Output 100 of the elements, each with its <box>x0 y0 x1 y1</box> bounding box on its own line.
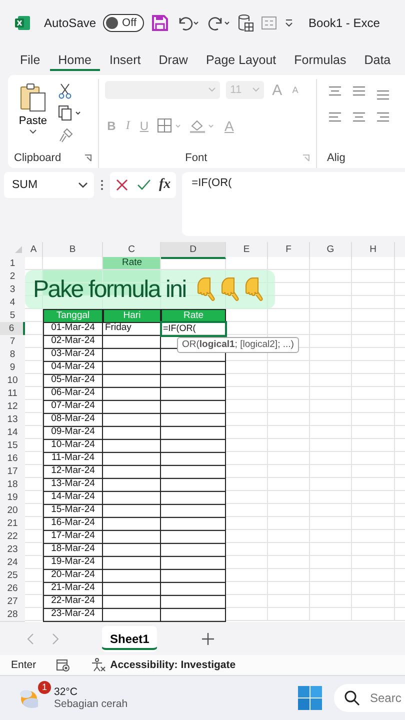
table-cell <box>103 439 161 453</box>
column-header[interactable]: E <box>226 242 268 259</box>
more-icon[interactable] <box>100 178 104 192</box>
format-painter-icon[interactable] <box>58 127 74 143</box>
table-cell <box>161 608 226 622</box>
table-cell <box>161 465 226 479</box>
row-header[interactable]: 17 <box>0 465 25 479</box>
ribbon-tab[interactable]: Formulas <box>286 49 354 71</box>
caret-icon <box>252 87 260 93</box>
weather-description: Sebagian cerah <box>54 698 128 710</box>
ribbon-tab[interactable]: Data <box>356 49 399 71</box>
cut-icon[interactable] <box>58 83 72 99</box>
row-header[interactable]: 4 <box>0 296 25 310</box>
row-header[interactable]: 10 <box>0 374 25 388</box>
ribbon-tab[interactable]: Page Layout <box>198 49 284 71</box>
customize-icon[interactable] <box>284 18 294 28</box>
table-cell <box>103 452 161 466</box>
autosave-toggle[interactable]: Off <box>103 14 144 32</box>
macro-recording-icon[interactable] <box>56 658 70 672</box>
row-header[interactable]: 25 <box>0 569 25 583</box>
row-header[interactable]: 1 <box>0 257 25 271</box>
table-cell <box>161 530 226 544</box>
row-header[interactable]: 27 <box>0 595 25 609</box>
table-cell: Hari <box>103 309 161 323</box>
row-header[interactable]: 19 <box>0 491 25 505</box>
table-cell: 22-Mar-24 <box>43 595 103 609</box>
data-icon[interactable] <box>238 14 254 32</box>
row-header[interactable]: 3 <box>0 283 25 297</box>
sheet-tab[interactable]: Sheet1 <box>102 626 158 652</box>
row-header[interactable]: 22 <box>0 530 25 544</box>
temperature: 32°C <box>54 686 78 698</box>
autosave-label: AutoSave <box>44 16 96 30</box>
row-header[interactable]: 20 <box>0 504 25 518</box>
ribbon-tab[interactable]: File <box>12 49 48 71</box>
row-header[interactable]: 7 <box>0 335 25 349</box>
windows-start-icon[interactable] <box>298 686 322 710</box>
row-header[interactable]: 15 <box>0 439 25 453</box>
row-header[interactable]: 16 <box>0 452 25 466</box>
row-header[interactable]: 23 <box>0 543 25 557</box>
redo-icon[interactable] <box>206 14 231 30</box>
excel-logo-icon[interactable] <box>15 14 31 30</box>
table-cell: 23-Mar-24 <box>43 608 103 622</box>
table-cell: Tanggal <box>43 309 103 323</box>
column-header[interactable]: B <box>43 242 103 259</box>
row-header[interactable]: 28 <box>0 608 25 622</box>
column-header[interactable]: F <box>268 242 310 259</box>
ribbon-tab[interactable]: Home <box>50 49 100 71</box>
taskbar-search-field[interactable]: Searc <box>334 684 405 712</box>
dialog-launcher-icon[interactable] <box>84 154 92 162</box>
table-cell <box>161 569 226 583</box>
table-cell <box>103 504 161 518</box>
row-header[interactable]: 13 <box>0 413 25 427</box>
column-header[interactable]: H <box>352 242 395 259</box>
ribbon-tab[interactable]: Insert <box>102 49 149 71</box>
table-cell <box>161 400 226 414</box>
name-box[interactable]: SUM <box>4 172 94 198</box>
table-cell: 16-Mar-24 <box>43 517 103 531</box>
table-cell <box>161 452 226 466</box>
row-header[interactable]: 14 <box>0 426 25 440</box>
row-header[interactable]: 9 <box>0 361 25 375</box>
table-cell: 13-Mar-24 <box>43 478 103 492</box>
row-header[interactable]: 26 <box>0 582 25 596</box>
row-header[interactable]: 12 <box>0 400 25 414</box>
copy-icon[interactable] <box>58 105 82 121</box>
add-sheet-icon[interactable] <box>201 632 216 646</box>
table-cell: 03-Mar-24 <box>43 348 103 362</box>
row-header[interactable]: 2 <box>0 270 25 284</box>
formula-input[interactable]: =IF(OR( <box>182 172 405 236</box>
paste-button[interactable]: Paste <box>14 81 52 143</box>
enter-icon[interactable] <box>137 178 151 192</box>
caret-icon <box>29 129 37 135</box>
search-icon <box>344 690 360 706</box>
table-cell <box>103 374 161 388</box>
table-cell <box>161 413 226 427</box>
table-cell <box>103 426 161 440</box>
table-cell <box>103 556 161 570</box>
table-cell <box>161 543 226 557</box>
table-cell <box>161 504 226 518</box>
save-icon[interactable] <box>150 14 169 32</box>
row-header[interactable]: 8 <box>0 348 25 362</box>
row-header[interactable]: 11 <box>0 387 25 401</box>
borders-icon[interactable] <box>156 118 183 134</box>
row-header[interactable]: 6 <box>0 322 25 336</box>
accessibility-button[interactable]: Accessibility: Investigate <box>90 658 236 672</box>
ribbon-tab[interactable]: Draw <box>150 49 196 71</box>
row-header[interactable]: 5 <box>0 309 25 323</box>
table-cell <box>103 582 161 596</box>
table-cell <box>161 374 226 388</box>
cell-formula: =IF(OR( <box>162 322 197 334</box>
table-cell <box>161 517 226 531</box>
table-cell <box>103 543 161 557</box>
font-name-field[interactable] <box>105 81 220 99</box>
column-header[interactable]: G <box>310 242 352 259</box>
insert-function-button[interactable]: fx <box>159 177 171 193</box>
row-header[interactable]: 21 <box>0 517 25 531</box>
column-header[interactable]: D <box>161 242 226 259</box>
form-icon[interactable] <box>260 16 277 30</box>
row-header[interactable]: 24 <box>0 556 25 570</box>
row-header[interactable]: 18 <box>0 478 25 492</box>
cancel-icon[interactable] <box>115 178 129 192</box>
